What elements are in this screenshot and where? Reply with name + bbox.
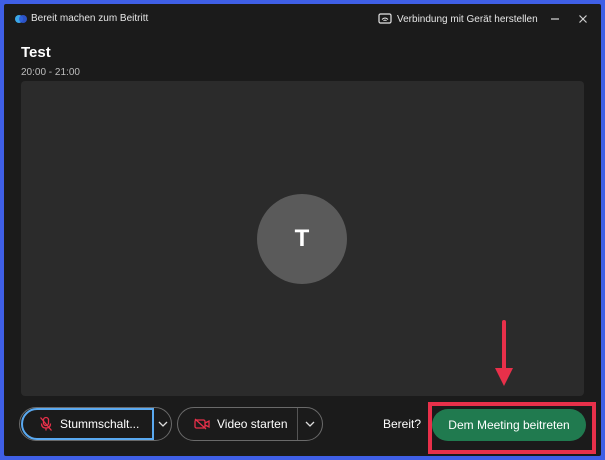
mute-label: Stummschalt... xyxy=(60,417,140,431)
minimize-icon xyxy=(551,18,559,20)
video-options-dropdown[interactable] xyxy=(301,408,319,440)
mic-muted-icon xyxy=(40,416,52,431)
chevron-down-icon xyxy=(305,421,315,427)
meeting-title: Test xyxy=(21,44,51,61)
join-meeting-button[interactable]: Dem Meeting beitreten xyxy=(432,409,586,441)
window-title: Bereit machen zum Beitritt xyxy=(31,13,149,24)
connect-device-button[interactable]: Verbindung mit Gerät herstellen xyxy=(378,11,538,27)
webex-logo-icon xyxy=(15,15,27,23)
minimize-button[interactable] xyxy=(546,10,564,28)
mute-control-group: Stummschalt... xyxy=(19,407,172,441)
meeting-time: 20:00 - 21:00 xyxy=(21,67,80,78)
title-bar: Bereit machen zum Beitritt Verbindung mi… xyxy=(4,4,601,34)
annotation-arrow-icon xyxy=(495,320,513,386)
mute-options-dropdown[interactable] xyxy=(154,408,172,440)
close-button[interactable] xyxy=(574,10,592,28)
device-connect-icon xyxy=(378,13,392,24)
start-video-button[interactable]: Video starten xyxy=(178,408,298,440)
close-icon xyxy=(579,15,587,23)
chevron-down-icon xyxy=(158,421,168,427)
join-dialog-window: Bereit machen zum Beitritt Verbindung mi… xyxy=(4,4,601,456)
start-video-label: Video starten xyxy=(217,417,288,431)
camera-off-icon xyxy=(194,418,210,430)
ready-label: Bereit? xyxy=(383,417,422,431)
connect-device-label: Verbindung mit Gerät herstellen xyxy=(397,13,538,25)
avatar: T xyxy=(257,194,347,284)
mute-button[interactable]: Stummschalt... xyxy=(21,408,154,440)
video-control-group: Video starten xyxy=(177,407,323,441)
